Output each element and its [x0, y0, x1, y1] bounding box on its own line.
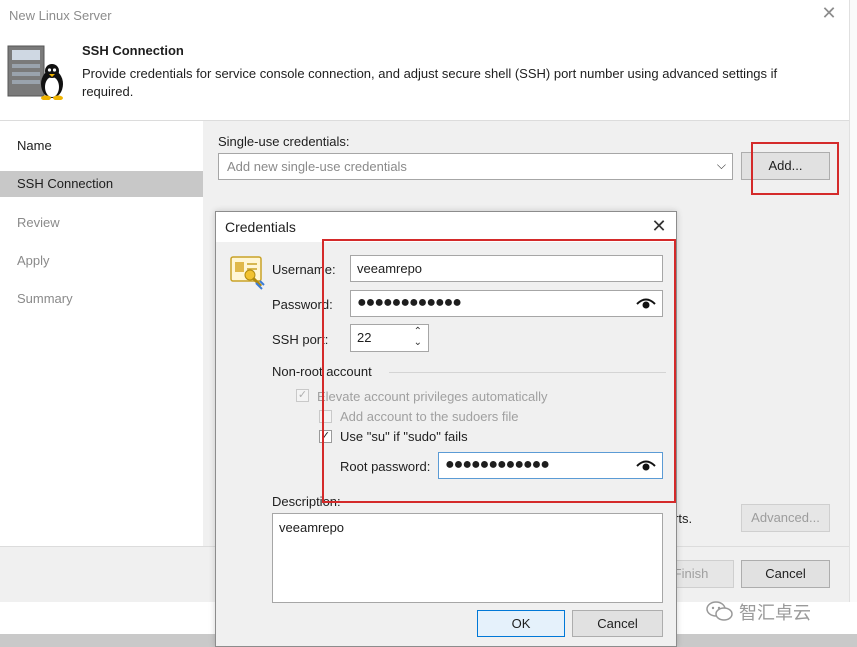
dialog-cancel-button[interactable]: Cancel: [572, 610, 663, 637]
step-title: SSH Connection: [82, 43, 184, 58]
window-title: New Linux Server: [9, 8, 112, 23]
close-icon[interactable]: ✕: [650, 216, 668, 236]
close-icon[interactable]: ✕: [820, 4, 838, 22]
ssh-port-label: SSH port:: [272, 332, 329, 347]
nav-item-name[interactable]: Name: [0, 133, 203, 159]
chevron-down-icon: ⌵: [716, 158, 726, 172]
nav-item-apply[interactable]: Apply: [0, 248, 203, 274]
description-value: veeamrepo: [279, 520, 345, 535]
ok-button[interactable]: OK: [477, 610, 565, 637]
watermark-text: 智汇卓云: [739, 603, 811, 624]
elevate-privileges-checkbox[interactable]: ✓: [296, 389, 309, 402]
highlight-box-credentials: [322, 239, 676, 503]
linux-server-icon: [7, 45, 63, 100]
credentials-title: Credentials: [225, 219, 296, 235]
advanced-button[interactable]: Advanced...: [741, 504, 830, 532]
watermark: 智汇卓云: [705, 597, 837, 624]
step-description: Provide credentials for service console …: [82, 66, 778, 99]
nav-item-summary[interactable]: Summary: [0, 286, 203, 312]
credentials-key-icon: [230, 256, 265, 290]
nav-item-ssh-connection[interactable]: SSH Connection: [0, 171, 203, 197]
nav-item-review[interactable]: Review: [0, 210, 203, 236]
dropdown-placeholder: Add new single-use credentials: [227, 159, 407, 174]
wechat-icon: [706, 601, 733, 621]
single-use-credentials-dropdown[interactable]: Add new single-use credentials ⌵: [218, 153, 733, 180]
window-edge: [849, 0, 857, 602]
description-textarea[interactable]: veeamrepo: [272, 513, 663, 603]
single-use-credentials-label: Single-use credentials:: [218, 134, 350, 149]
wizard-steps-nav: Name SSH Connection Review Apply Summary: [0, 121, 203, 546]
highlight-box-add: [751, 142, 839, 195]
cancel-button[interactable]: Cancel: [741, 560, 830, 588]
